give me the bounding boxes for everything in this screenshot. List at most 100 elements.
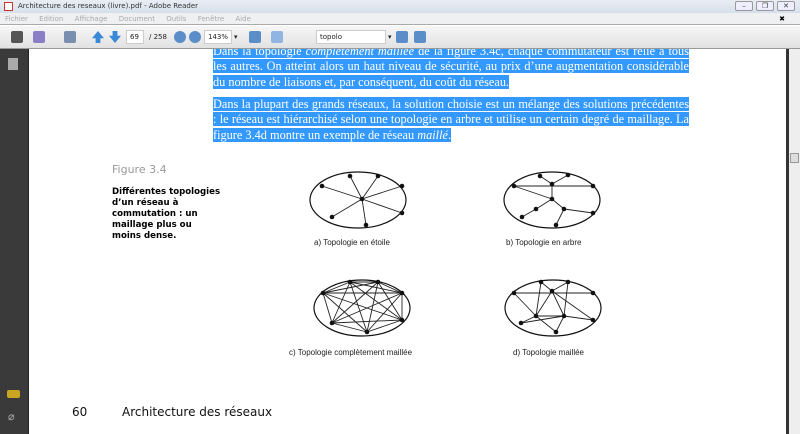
tree-node	[511, 183, 517, 189]
star-link	[331, 198, 363, 218]
search-dropdown-icon[interactable]: ▾	[388, 30, 392, 44]
pdf-page: Dans la topologie complètement maillée d…	[29, 49, 786, 434]
mesh-node	[590, 317, 596, 323]
search-input[interactable]: topolo	[316, 30, 386, 44]
full-mesh-node	[364, 329, 370, 335]
star-node	[329, 214, 335, 220]
toolbar: 69 / 258 143% ▾ topolo ▾	[0, 26, 800, 49]
minimize-button[interactable]: –	[735, 1, 753, 11]
print-icon[interactable]	[11, 31, 23, 43]
zoom-dropdown-icon[interactable]: ▾	[234, 30, 238, 44]
mesh-node	[511, 290, 517, 296]
title-bar: Architecture des reseaux (livre).pdf - A…	[0, 0, 800, 13]
find-next-icon[interactable]	[414, 31, 426, 43]
page-total: / 258	[149, 33, 167, 41]
menu-fenetre[interactable]: Fenêtre	[198, 15, 224, 23]
mesh-node	[533, 313, 539, 319]
window-title: Architecture des reseaux (livre).pdf - A…	[18, 2, 198, 10]
restore-button[interactable]: ❐	[756, 1, 774, 11]
full-mesh-node	[399, 290, 405, 296]
vertical-scrollbar[interactable]	[789, 49, 800, 434]
star-link	[361, 175, 379, 200]
mesh-link	[513, 292, 537, 317]
fit-width-icon[interactable]	[271, 31, 283, 43]
topology-diagrams	[309, 171, 602, 337]
share-icon[interactable]	[33, 31, 45, 43]
full-mesh-node	[320, 290, 326, 296]
next-page-icon[interactable]	[109, 31, 121, 43]
mesh-node	[518, 320, 524, 326]
tree-node	[537, 173, 543, 179]
adobe-reader-icon	[4, 2, 13, 11]
full-mesh-node	[399, 317, 405, 323]
tree-node	[565, 172, 571, 178]
tree-node	[519, 214, 525, 220]
full-mesh-node	[347, 279, 353, 285]
full-mesh-node	[375, 279, 381, 285]
mesh-node	[565, 279, 571, 285]
running-title: Architecture des réseaux	[122, 405, 273, 419]
mesh-node	[549, 288, 555, 294]
tree-node	[549, 181, 555, 187]
tree-node	[561, 206, 567, 212]
zoom-input[interactable]: 143%	[204, 30, 232, 44]
previous-page-icon[interactable]	[92, 31, 104, 43]
page-number: 60	[72, 405, 88, 419]
star-ellipse	[309, 171, 407, 229]
star-link	[361, 198, 367, 226]
tree-node	[549, 196, 555, 202]
comments-icon[interactable]	[7, 390, 20, 398]
tree-node	[590, 210, 596, 216]
full-mesh-link	[331, 281, 379, 324]
menu-bar: Fichier Edition Affichage Document Outil…	[0, 13, 800, 25]
mesh-node	[561, 313, 567, 319]
find-previous-icon[interactable]	[396, 31, 408, 43]
mesh-link	[563, 281, 569, 317]
menu-affichage[interactable]: Affichage	[75, 15, 108, 23]
tree-link	[535, 198, 553, 210]
pages-icon[interactable]	[8, 58, 18, 70]
menu-outils[interactable]: Outils	[166, 15, 186, 23]
page-number-input[interactable]: 69	[126, 30, 144, 44]
star-node	[375, 173, 381, 179]
full-mesh-node	[329, 320, 335, 326]
menu-fichier[interactable]: Fichier	[5, 15, 28, 23]
full-mesh-link	[331, 292, 403, 324]
mesh-link	[551, 281, 569, 292]
zoom-out-icon[interactable]	[174, 31, 186, 43]
mesh-node	[538, 279, 544, 285]
star-node	[399, 210, 405, 216]
mesh-node	[553, 329, 559, 335]
tree-link	[513, 185, 553, 200]
star-link	[361, 198, 403, 214]
mesh-node	[590, 290, 596, 296]
mesh-link	[555, 315, 565, 333]
full-mesh-link	[331, 319, 403, 324]
attachment-icon[interactable]: ⌀	[8, 410, 15, 423]
tree-link	[551, 198, 565, 210]
tree-link	[551, 174, 569, 185]
tree-node	[533, 206, 539, 212]
close-document-icon[interactable]: ✖	[779, 13, 785, 25]
collaborate-icon[interactable]	[64, 31, 76, 43]
close-button[interactable]: ✕	[777, 1, 795, 11]
zoom-in-icon[interactable]	[189, 31, 201, 43]
tree-link	[563, 208, 594, 214]
scrollbar-thumb[interactable]	[790, 153, 799, 163]
star-node	[363, 222, 369, 228]
tree-node	[553, 222, 559, 228]
menu-document[interactable]: Document	[119, 15, 155, 23]
fit-page-icon[interactable]	[249, 31, 261, 43]
mesh-link	[535, 290, 553, 317]
star-node	[399, 183, 405, 189]
navigation-panel: ⌀	[0, 49, 29, 434]
menu-aide[interactable]: Aide	[235, 15, 250, 23]
menu-edition[interactable]: Edition	[39, 15, 63, 23]
star-link	[361, 185, 403, 200]
star-node	[319, 183, 325, 189]
tree-node	[590, 183, 596, 189]
star-node	[359, 196, 365, 202]
star-node	[347, 173, 353, 179]
mesh-ellipse	[504, 279, 602, 337]
tree-link	[555, 208, 565, 226]
